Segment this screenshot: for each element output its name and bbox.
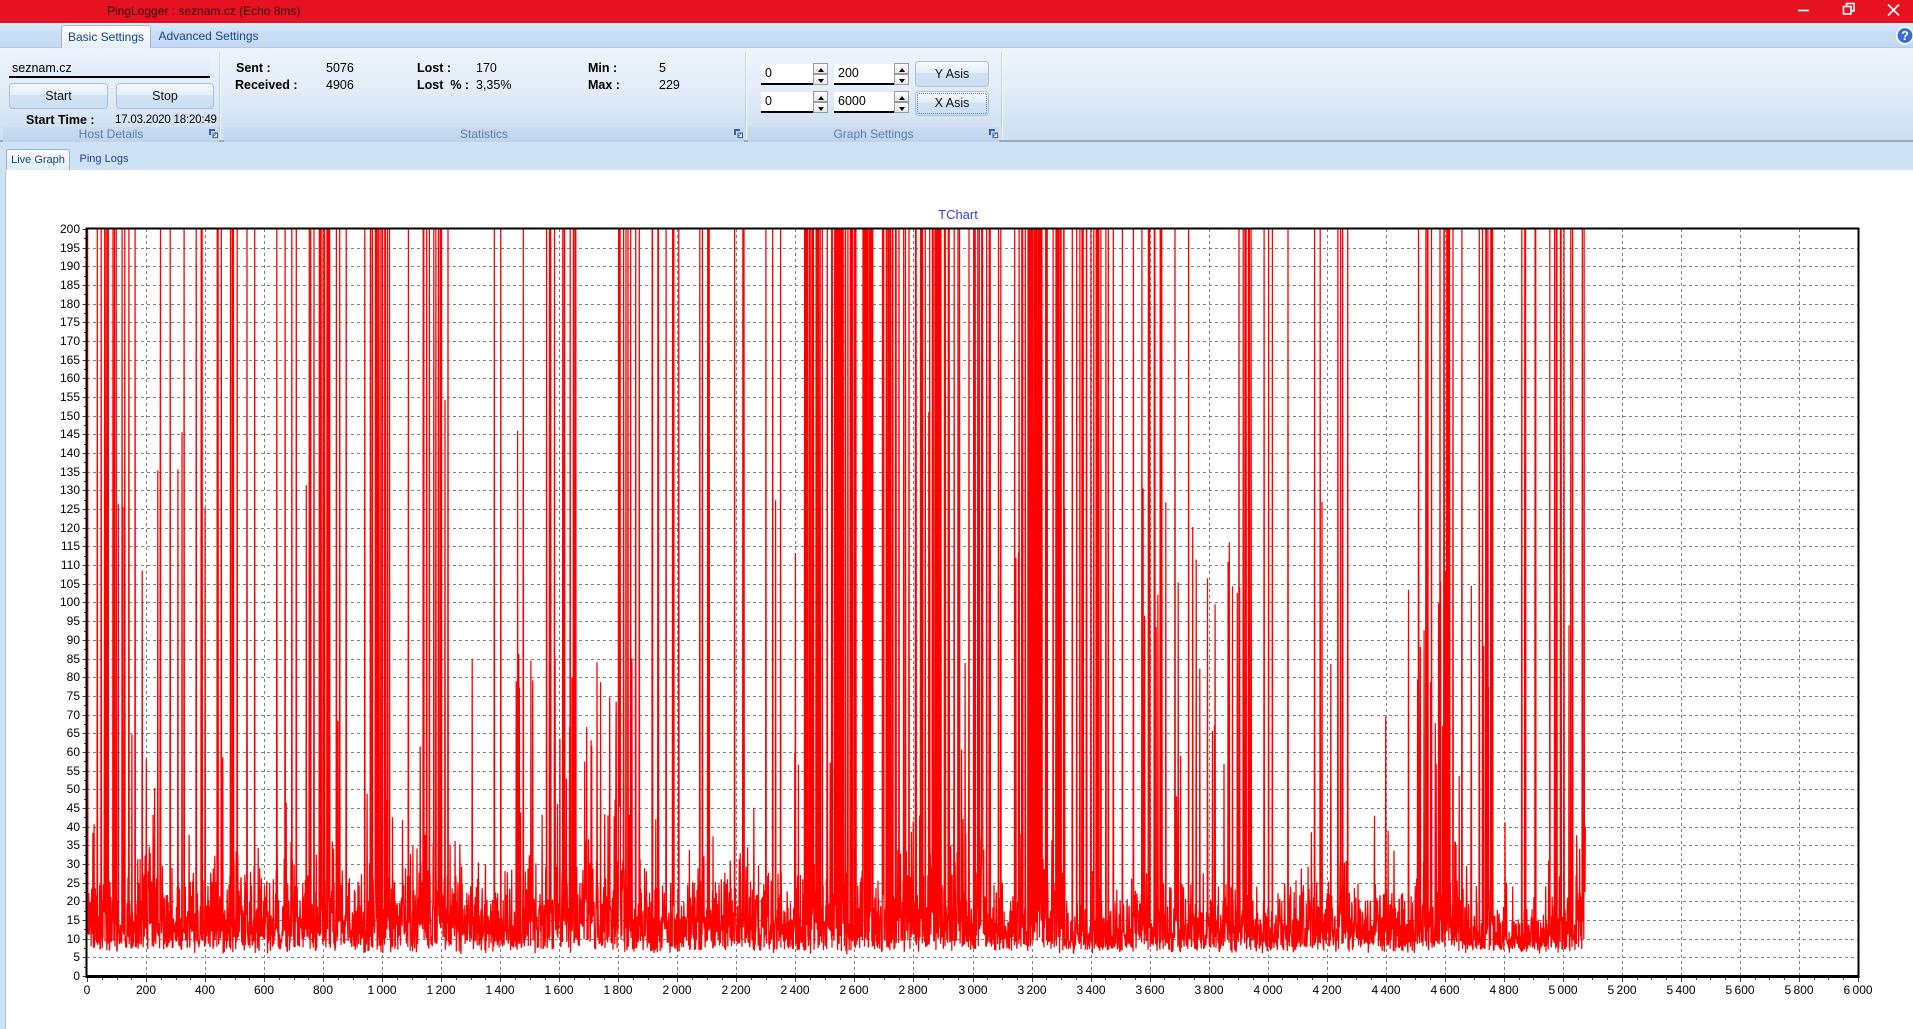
- svg-text:200: 200: [60, 222, 80, 236]
- svg-text:155: 155: [60, 390, 80, 404]
- svg-text:4 200: 4 200: [1312, 983, 1341, 997]
- svg-text:160: 160: [60, 371, 80, 385]
- svg-text:100: 100: [60, 595, 80, 609]
- svg-text:200: 200: [136, 983, 156, 997]
- svg-text:110: 110: [61, 558, 80, 572]
- svg-text:3 600: 3 600: [1135, 983, 1164, 997]
- svg-text:120: 120: [60, 521, 80, 535]
- svg-text:5 400: 5 400: [1666, 983, 1695, 997]
- svg-text:5: 5: [73, 950, 80, 964]
- svg-text:150: 150: [60, 409, 80, 423]
- svg-text:140: 140: [60, 446, 80, 460]
- svg-text:3 800: 3 800: [1194, 983, 1223, 997]
- svg-text:2 200: 2 200: [721, 983, 750, 997]
- svg-text:25: 25: [67, 876, 81, 890]
- svg-text:2 000: 2 000: [662, 983, 691, 997]
- svg-text:55: 55: [67, 764, 81, 778]
- svg-text:20: 20: [67, 894, 81, 908]
- svg-text:1 600: 1 600: [544, 983, 573, 997]
- svg-text:170: 170: [60, 334, 80, 348]
- svg-text:30: 30: [67, 857, 81, 871]
- svg-text:1 200: 1 200: [426, 983, 455, 997]
- svg-text:115: 115: [61, 539, 80, 553]
- svg-text:175: 175: [60, 315, 80, 329]
- svg-text:95: 95: [67, 614, 81, 628]
- svg-text:40: 40: [67, 820, 81, 834]
- svg-text:15: 15: [67, 913, 81, 927]
- svg-text:0: 0: [84, 983, 91, 997]
- svg-text:190: 190: [60, 259, 80, 273]
- svg-text:185: 185: [60, 278, 80, 292]
- svg-text:65: 65: [67, 726, 81, 740]
- svg-text:105: 105: [60, 577, 80, 591]
- svg-text:195: 195: [60, 241, 80, 255]
- svg-text:80: 80: [67, 670, 81, 684]
- svg-text:3 400: 3 400: [1076, 983, 1105, 997]
- svg-text:4 800: 4 800: [1489, 983, 1518, 997]
- svg-text:60: 60: [67, 745, 81, 759]
- svg-text:70: 70: [67, 708, 81, 722]
- svg-text:10: 10: [67, 932, 81, 946]
- svg-text:2 600: 2 600: [839, 983, 868, 997]
- svg-text:4 600: 4 600: [1430, 983, 1459, 997]
- svg-text:50: 50: [67, 782, 81, 796]
- svg-text:135: 135: [60, 465, 80, 479]
- svg-text:145: 145: [60, 427, 80, 441]
- svg-text:35: 35: [67, 838, 81, 852]
- svg-text:125: 125: [60, 502, 80, 516]
- svg-text:5 200: 5 200: [1607, 983, 1636, 997]
- svg-text:180: 180: [60, 297, 80, 311]
- svg-text:5 000: 5 000: [1548, 983, 1577, 997]
- svg-text:85: 85: [67, 652, 81, 666]
- svg-text:90: 90: [67, 633, 81, 647]
- svg-text:75: 75: [67, 689, 81, 703]
- svg-text:TChart: TChart: [938, 207, 978, 222]
- svg-text:130: 130: [60, 483, 80, 497]
- svg-text:45: 45: [67, 801, 81, 815]
- svg-text:0: 0: [73, 969, 80, 983]
- svg-text:4 000: 4 000: [1253, 983, 1282, 997]
- svg-text:3 000: 3 000: [958, 983, 987, 997]
- svg-text:6 000: 6 000: [1843, 983, 1872, 997]
- svg-text:1 400: 1 400: [485, 983, 514, 997]
- svg-text:3 200: 3 200: [1017, 983, 1046, 997]
- svg-text:1 800: 1 800: [603, 983, 632, 997]
- svg-text:400: 400: [195, 983, 215, 997]
- svg-text:2 400: 2 400: [780, 983, 809, 997]
- svg-text:800: 800: [313, 983, 333, 997]
- svg-text:2 800: 2 800: [898, 983, 927, 997]
- svg-text:165: 165: [60, 353, 80, 367]
- svg-text:600: 600: [254, 983, 274, 997]
- svg-text:5 600: 5 600: [1725, 983, 1754, 997]
- svg-text:5 800: 5 800: [1784, 983, 1813, 997]
- svg-text:4 400: 4 400: [1371, 983, 1400, 997]
- svg-text:?: ?: [1901, 29, 1909, 43]
- svg-text:1 000: 1 000: [367, 983, 396, 997]
